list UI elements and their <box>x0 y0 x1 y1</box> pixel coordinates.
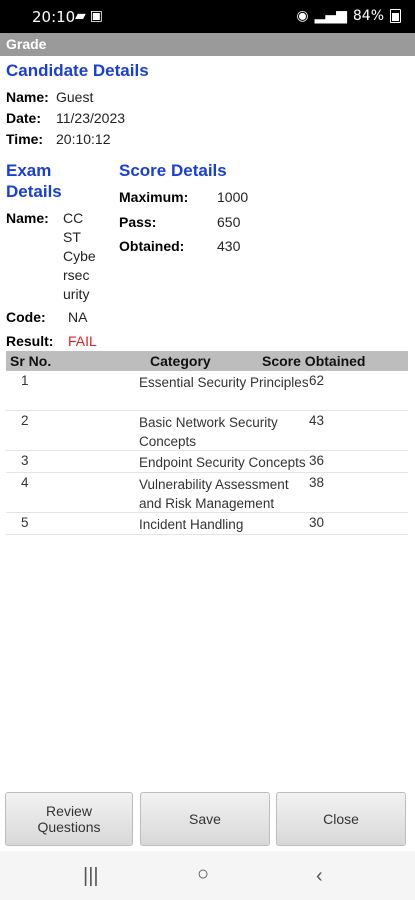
save-label: Save <box>189 811 221 827</box>
system-navigation-bar: ||| ○ ‹ <box>0 851 415 900</box>
candidate-date-value: 11/23/2023 <box>56 110 126 126</box>
row-score: 62 <box>309 373 325 388</box>
score-obtained-label: Obtained: <box>119 238 185 254</box>
window-title: Grade <box>0 33 415 56</box>
score-pass-value: 650 <box>217 214 241 230</box>
battery-level: 84% <box>352 8 384 24</box>
button-bar: Review Questions Save Close <box>0 789 415 851</box>
row-sr: 1 <box>21 373 29 388</box>
row-score: 30 <box>309 515 325 530</box>
exam-name-line-2: ST <box>63 229 81 245</box>
candidate-name-value: Guest <box>56 89 94 105</box>
header-score-obtained: Score Obtained <box>262 353 366 369</box>
row-sr: 4 <box>21 475 29 490</box>
row-score: 36 <box>309 453 325 468</box>
score-pass-label: Pass: <box>119 214 157 230</box>
close-button[interactable]: Close <box>276 792 406 846</box>
save-button[interactable]: Save <box>140 792 270 846</box>
exam-result-label: Result: <box>6 333 54 349</box>
recent-apps-icon[interactable]: ||| <box>83 865 99 888</box>
exam-code-label: Code: <box>6 309 46 325</box>
row-score: 43 <box>309 413 325 428</box>
candidate-time-label: Time: <box>6 131 44 147</box>
exam-details-heading-line1: Exam <box>6 161 52 180</box>
row-sr: 2 <box>21 413 29 428</box>
home-icon[interactable]: ○ <box>197 863 209 886</box>
exam-name-line-3: Cybe <box>63 248 96 264</box>
status-time: 20:10 <box>32 8 76 26</box>
row-score: 38 <box>309 475 325 490</box>
table-row: 4 Vulnerability Assessment and Risk Mana… <box>6 473 408 513</box>
review-questions-label: Review Questions <box>37 803 101 835</box>
status-right: ◉ ▂▄▆ 84% <box>296 8 401 24</box>
table-header: Sr No. Category Score Obtained <box>6 351 408 371</box>
table-row: 3 Endpoint Security Concepts 36 <box>6 451 408 473</box>
battery-icon <box>390 9 401 23</box>
signal-icon: ▂▄▆ <box>314 8 347 24</box>
exam-name-label: Name: <box>6 210 49 226</box>
row-category: Essential Security Principles <box>139 375 309 390</box>
exam-code-value: NA <box>68 309 88 325</box>
back-icon[interactable]: ‹ <box>316 865 323 888</box>
table-row: 5 Incident Handling 30 <box>6 513 408 535</box>
status-bar: 20:10 ▰▣ ◉ ▂▄▆ 84% <box>0 0 415 33</box>
row-sr: 5 <box>21 515 29 530</box>
table-row: 1 Essential Security Principles 62 <box>6 371 408 411</box>
score-maximum-value: 1000 <box>217 189 249 205</box>
header-sr-no: Sr No. <box>10 353 52 369</box>
exam-name-line-4: rsec <box>63 267 90 283</box>
exam-result-value: FAIL <box>68 333 97 349</box>
score-maximum-label: Maximum: <box>119 189 189 205</box>
candidate-name-label: Name: <box>6 89 49 105</box>
header-category: Category <box>150 353 211 369</box>
row-category: Basic Network Security Concepts <box>139 415 278 449</box>
candidate-time-value: 20:10:12 <box>56 131 111 147</box>
score-details-heading: Score Details <box>119 161 227 180</box>
row-category: Endpoint Security Concepts <box>139 455 306 470</box>
row-category: Incident Handling <box>139 517 244 532</box>
candidate-details-heading: Candidate Details <box>6 61 149 80</box>
notification-icons: ▰▣ <box>75 8 107 24</box>
close-label: Close <box>323 811 359 827</box>
row-category: Vulnerability Assessment and Risk Manage… <box>139 477 289 511</box>
exam-name-line-5: urity <box>63 286 90 302</box>
exam-details-heading-line2: Details <box>6 182 62 201</box>
table-row: 2 Basic Network Security Concepts 43 <box>6 411 408 451</box>
candidate-date-label: Date: <box>6 110 42 126</box>
row-sr: 3 <box>21 453 29 468</box>
hotspot-icon: ◉ <box>296 8 309 24</box>
category-score-table: Sr No. Category Score Obtained 1 Essenti… <box>6 351 408 535</box>
exam-name-line-1: CC <box>63 210 84 226</box>
review-questions-button[interactable]: Review Questions <box>5 792 133 846</box>
score-obtained-value: 430 <box>217 238 241 254</box>
